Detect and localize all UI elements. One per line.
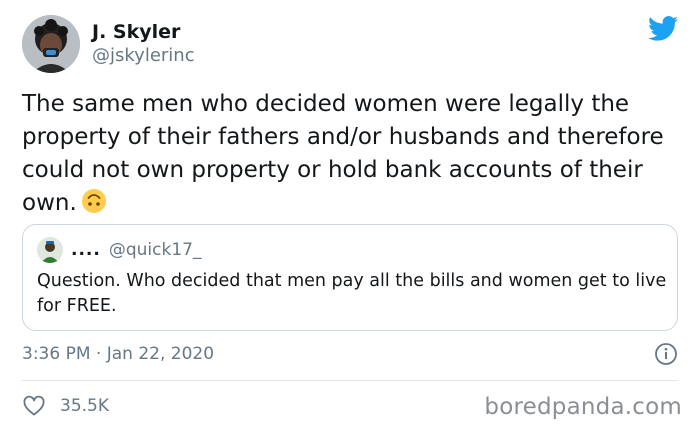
like-count: 35.5K <box>60 396 109 416</box>
twitter-bird-icon[interactable] <box>648 16 678 41</box>
heart-icon[interactable] <box>22 394 46 418</box>
info-icon[interactable] <box>654 342 678 366</box>
quoted-avatar <box>37 237 63 263</box>
tweet-text: The same men who decided women were lega… <box>22 91 664 216</box>
tweet-timestamp[interactable]: 3:36 PM · Jan 22, 2020 <box>22 342 214 366</box>
quoted-tweet-text: Question. Who decided that men pay all t… <box>37 271 667 316</box>
upside-down-face-emoji-icon <box>81 189 106 213</box>
quoted-tweet-header: .... @quick17_ <box>37 237 201 263</box>
tweet-card: J. Skyler @jskylerinc The same men who d… <box>0 0 700 433</box>
watermark: boredpanda.com <box>484 394 682 420</box>
divider <box>22 380 678 381</box>
author-names: J. Skyler @jskylerinc <box>92 20 195 68</box>
author-display-name[interactable]: J. Skyler <box>92 20 195 44</box>
quoted-handle: @quick17_ <box>108 240 202 260</box>
tweet-body: The same men who decided women were lega… <box>22 88 682 220</box>
author-handle[interactable]: @jskylerinc <box>92 44 195 68</box>
quoted-avatar-icon <box>37 237 63 263</box>
quoted-tweet[interactable]: .... @quick17_ Question. Who decided tha… <box>22 224 678 331</box>
quoted-display-name: .... <box>71 240 101 260</box>
avatar-photo-icon <box>22 15 80 73</box>
like-action[interactable]: 35.5K <box>22 394 109 418</box>
author-avatar[interactable] <box>22 15 80 73</box>
tweet-header: J. Skyler @jskylerinc <box>22 14 195 74</box>
